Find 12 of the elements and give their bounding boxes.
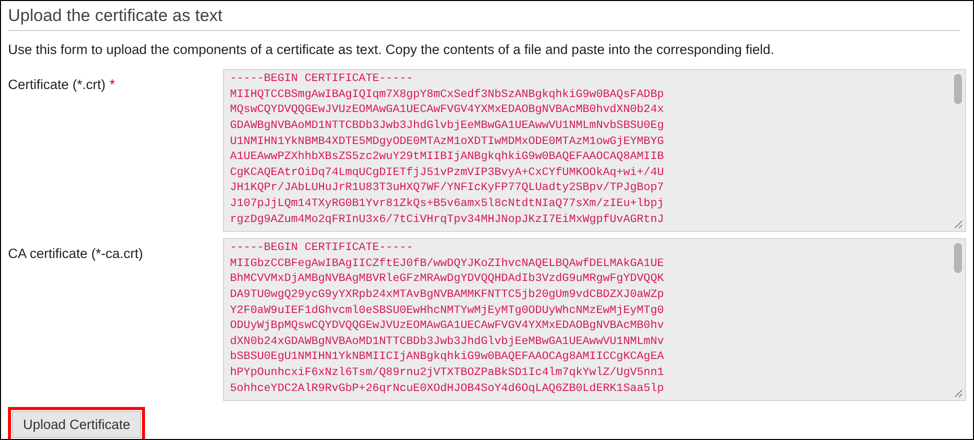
description: Use this form to upload the components of a certificate as text. Copy the contents of a file and paste into the corresponding field. xyxy=(8,41,774,59)
field-label: Certificate (*.crt) xyxy=(8,77,106,92)
certificate-field[interactable]: -----BEGIN CERTIFICATE----- MIIGbzCCBFegAwIBAgIICZftEJ0fB/wwDQYJKoZIhvcNAQELBQAwfDELMAkGA1UE BhMCVVMxDjAMBgNVBAgMBVRleGFzMRAwDgYDVQQHDAdIb3VzdG9uMRgwFgYDVQQK DA9TU0wgQ29ycG9yYXRpb24xMTAvBgNVBAMMKFNTTC5jb20gUm9vdCBDZXJ0aWZp Y2F0aW9uIEF1dGhvcml0eSBSU0EwHhcNMTYwMjEyMTg0ODUyWhcNMzEwMjEyMTg0 ODUyWjBpMQswCQYDVQQGEwJVUzEOMAwGA1UECAwFVGV4YXMxEDAOBgNVBAcMB0hv dXN0b24xGDAWBgNVBAoMD1NTTCBDb3Jwb3JhdGlvbjEeMBwGA1UEAwwVU1NMLmNv bSBSU0EgU1NMIHN1YkNBMIICIjANBgkqhkiG9w0BAQEFAAOCAg8AMIICCgKCAgEA hPYpOunhcxiF6xNzl6Tsm/Q89rnu2jVTXTBOZPaBkSD1Ic4lm7qkYwlZ/UgV5nn1 5ohhceYDC2AlR9RvGbP+26qrNcuE0XOdHJOB4SoY4d6OqLAQ6ZB0LdERK1Saa5lp xyxy=(223,238,966,402)
resize-grip-icon[interactable] xyxy=(954,220,963,230)
resize-grip-icon[interactable] xyxy=(954,389,963,398)
field-label: CA certificate (*-ca.crt) xyxy=(8,246,144,262)
certificate-field[interactable]: -----BEGIN CERTIFICATE----- MIIHQTCCBSmgAwIBAgIQIqm7X8gpY8mCxSedf3NbSzANBgkqhkiG9w0BAQsFADBp MQswCQYDVQQGEwJVUzEOMAwGA1UECAwFVGV4YXMxEDAOBgNVBAcMB0hvdXN0b24x GDAWBgNVBAoMD1NTTCBDb3Jwb3JhdGlvbjEeMBwGA1UEAwwVU1NMLmNvbSBSU0Eg U1NMIHN1YkNBMB4XDTE5MDgyODE0MTAzM1oXDTIwMDMxODE0MTAzM1owGjEYMBYG A1UEAwwPZXhhbXBsZS5zc2wuY29tMIIBIjANBgkqhkiG9w0BAQEFAAOCAQ8AMIIB CgKCAQEAtrOiDq74LmqUCgDIETfjJ51vPzmVIP3BvyA+CxCYfUMKOOkAq+wi+/4U JH1KQPr/JAbLUHuJrR1U83T3uHXQ7WF/YNFIcKyFP77QLUadty2SBpv/TPJgBop7 J107pJjLQm14TXyRG0B1Yvr81ZkQs+B5v6amx5l8cNtdtNIaQ77sXm/zIEu+lbpj rgzDg9AZum4Mo2qFRInU3x6/7tCiVHrqTpv34MHJNopJKzI7EiMxWgpfUvAGRtnJ xyxy=(223,69,966,232)
scrollbar-thumb[interactable] xyxy=(954,243,962,274)
scrollbar-thumb[interactable] xyxy=(954,74,962,104)
upload-button[interactable]: Upload Certificate xyxy=(12,411,142,438)
section-title: Upload the certificate as text xyxy=(8,5,223,27)
required-mark: * xyxy=(110,76,115,92)
